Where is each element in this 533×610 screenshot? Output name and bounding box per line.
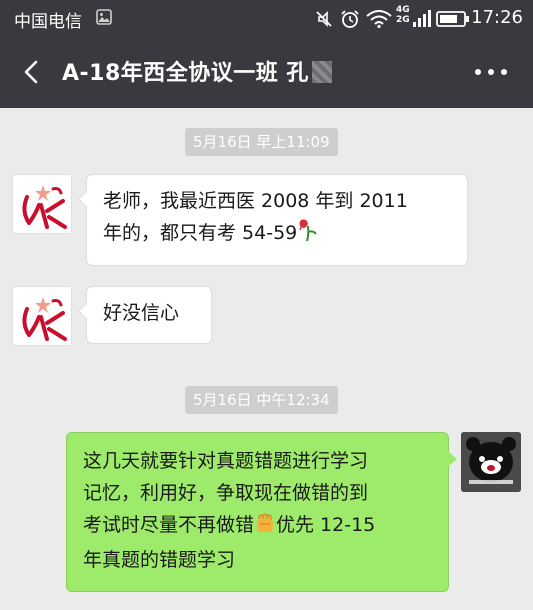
sent-message-bubble[interactable]: 这几天就要针对真题错题进行学习 记忆，利用好，争取现在做错的到 考试时尽量不再做…	[66, 432, 457, 592]
battery-icon	[436, 11, 470, 32]
mute-icon	[314, 9, 334, 34]
alarm-icon	[340, 9, 360, 34]
message-text-line: 优先 12-15	[276, 514, 376, 536]
chat-title-text: A-18年西全协议一班 孔	[62, 61, 309, 86]
more-options-button[interactable]	[473, 66, 509, 78]
more-dots-icon	[475, 69, 481, 75]
received-message-bubble[interactable]: 好没信心	[78, 286, 212, 344]
more-dot	[488, 69, 494, 75]
message-text-line: 考试时尽量不再做错	[83, 514, 255, 536]
message-list[interactable]: 5月16日 早上11:09 老师，我最近西医 2008 年到 2011 年的，都…	[0, 108, 533, 610]
message-text-line: 记忆，利用好，争取现在做错的到	[83, 482, 369, 504]
fist-icon	[254, 512, 276, 544]
sender-avatar[interactable]	[12, 286, 72, 346]
carrier-label: 中国电信	[14, 12, 82, 32]
chevron-left-icon	[24, 60, 38, 84]
back-button[interactable]	[16, 56, 48, 88]
redacted-name-block	[311, 61, 332, 83]
message-text-line: 好没信心	[103, 302, 180, 324]
own-avatar[interactable]	[461, 432, 521, 492]
status-bar: 中国电信 4G 2G 17:26	[0, 0, 533, 36]
timestamp-chip: 5月16日 中午12:34	[185, 386, 338, 414]
chat-header: A-18年西全协议一班 孔	[0, 36, 533, 108]
network-2g-label: 2G	[396, 15, 410, 25]
sender-avatar[interactable]	[12, 174, 72, 234]
wilted-rose-icon	[297, 218, 319, 252]
more-dot	[501, 69, 507, 75]
message-text-line: 年真题的错题学习	[83, 549, 236, 571]
message-text-line: 这几天就要针对真题错题进行学习	[83, 450, 369, 472]
timestamp-chip: 5月16日 早上11:09	[185, 128, 338, 156]
wifi-icon	[366, 10, 392, 33]
message-text-line: 老师，我最近西医 2008 年到 2011	[103, 190, 408, 212]
status-time: 17:26	[471, 7, 523, 28]
message-text-line: 年的，都只有考 54-59	[103, 222, 298, 244]
signal-icon	[413, 8, 431, 33]
network-type-label: 4G 2G	[396, 5, 410, 25]
received-message-bubble[interactable]: 老师，我最近西医 2008 年到 2011 年的，都只有考 54-59	[78, 174, 468, 266]
network-4g-label: 4G	[396, 5, 410, 15]
chat-title: A-18年西全协议一班 孔	[62, 55, 332, 87]
image-notification-icon	[96, 9, 112, 30]
